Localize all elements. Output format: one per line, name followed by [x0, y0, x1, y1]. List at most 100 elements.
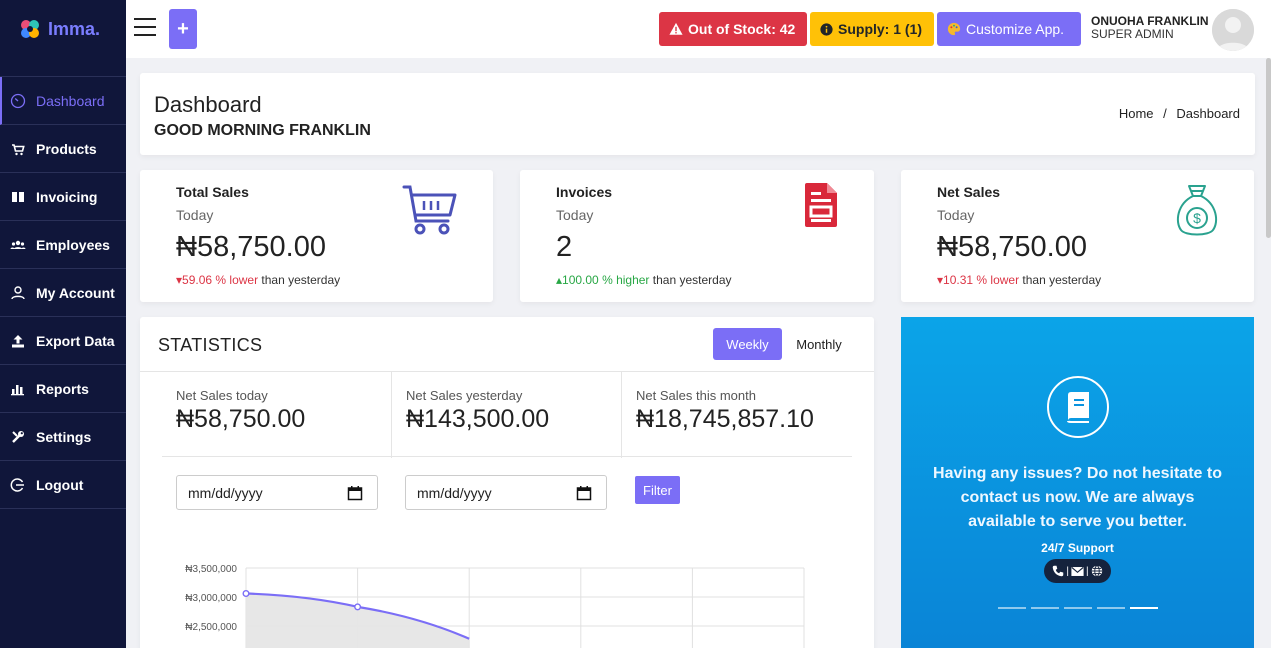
- change-value: 59.06 % lower: [182, 273, 259, 287]
- sidebar-nav: Dashboard Products Invoicing Employees M…: [0, 76, 126, 509]
- page-header: Dashboard GOOD MORNING FRANKLIN Home / D…: [140, 73, 1255, 155]
- book-icon: [12, 191, 24, 202]
- support-card: Having any issues? Do not hesitate to co…: [901, 317, 1254, 648]
- phone-icon[interactable]: [1052, 565, 1064, 577]
- sidebar-item-label: Export Data: [36, 332, 115, 349]
- user-info[interactable]: ONUOHA FRANKLIN SUPER ADMIN: [1091, 15, 1209, 41]
- chart-data-point: [242, 590, 250, 598]
- sidebar-item-export-data[interactable]: Export Data: [0, 317, 126, 365]
- date-placeholder: mm/dd/yyyy: [417, 484, 492, 501]
- support-contact-pill[interactable]: | |: [1044, 559, 1111, 583]
- carousel-dot[interactable]: [1064, 607, 1092, 609]
- logout-icon: [10, 477, 24, 492]
- carousel-indicators: [998, 607, 1158, 609]
- document-icon: [805, 183, 837, 227]
- card-period: Today: [176, 207, 214, 223]
- scrollbar[interactable]: [1266, 58, 1271, 238]
- petal-logo-icon: [21, 20, 39, 38]
- money-bag-icon: $: [1176, 185, 1218, 236]
- card-value: ₦58,750.00: [176, 231, 326, 263]
- sidebar-item-reports[interactable]: Reports: [0, 365, 126, 413]
- book-icon: [1067, 392, 1089, 423]
- out-of-stock-label: Out of Stock: 42: [688, 21, 796, 37]
- greeting: GOOD MORNING FRANKLIN: [154, 122, 371, 139]
- sidebar-item-settings[interactable]: Settings: [0, 413, 126, 461]
- globe-icon[interactable]: [1091, 565, 1103, 577]
- user-role: SUPER ADMIN: [1091, 27, 1174, 41]
- sidebar-item-label: Reports: [36, 380, 89, 397]
- sidebar-item-employees[interactable]: Employees: [0, 221, 126, 269]
- card-title: Total Sales: [176, 184, 249, 200]
- carousel-dot[interactable]: [1031, 607, 1059, 609]
- breadcrumb: Home / Dashboard: [1119, 106, 1240, 121]
- total-sales-card: Total Sales Today ₦58,750.00 ▾59.06 % lo…: [140, 170, 493, 302]
- chart-data-point: [354, 603, 362, 611]
- support-subtitle: 24/7 Support: [1041, 541, 1114, 555]
- brand-name: Imma.: [48, 18, 101, 39]
- upload-icon: [12, 334, 24, 347]
- change-suffix: than yesterday: [258, 273, 341, 287]
- cart-icon: [12, 143, 25, 155]
- info-icon: [820, 22, 833, 36]
- sidebar-item-invoicing[interactable]: Invoicing: [0, 173, 126, 221]
- sidebar-item-products[interactable]: Products: [0, 125, 126, 173]
- bar-chart-icon: [11, 384, 24, 395]
- kpi-value: ₦143,500.00: [406, 405, 550, 433]
- chart-y-tick-label: ₦3,500,000: [185, 564, 237, 575]
- carousel-dot-active[interactable]: [1130, 607, 1158, 609]
- support-icon-circle: [1047, 376, 1109, 438]
- carousel-dot[interactable]: [998, 607, 1026, 609]
- filter-button[interactable]: Filter: [635, 476, 680, 504]
- add-button[interactable]: +: [169, 9, 197, 49]
- monthly-toggle[interactable]: Monthly: [788, 328, 850, 360]
- sidebar-item-my-account[interactable]: My Account: [0, 269, 126, 317]
- sidebar-item-label: Settings: [36, 428, 92, 445]
- svg-text:$: $: [1193, 210, 1201, 226]
- mail-icon[interactable]: [1071, 566, 1084, 577]
- sidebar-item-label: Employees: [36, 236, 110, 253]
- warning-icon: [669, 22, 683, 35]
- menu-toggle-icon[interactable]: [134, 18, 156, 36]
- sidebar-item-label: Dashboard: [36, 92, 105, 109]
- brand[interactable]: Imma.: [0, 0, 126, 58]
- sales-chart-svg: ₦3,500,000 ₦3,000,000 ₦2,500,000: [185, 564, 805, 648]
- avatar[interactable]: [1212, 9, 1254, 51]
- sidebar: Imma. Dashboard Products Invoicing Emplo…: [0, 0, 126, 648]
- change-value: 100.00 % higher: [562, 273, 650, 287]
- card-title: Invoices: [556, 184, 613, 200]
- statistics-card: STATISTICS Weekly Monthly Net Sales toda…: [140, 317, 874, 648]
- breadcrumb-home[interactable]: Home: [1119, 106, 1154, 121]
- card-change: ▾59.06 % lower than yesterday: [176, 273, 340, 287]
- sidebar-item-label: Invoicing: [36, 188, 98, 205]
- kpi-value: ₦58,750.00: [176, 405, 306, 433]
- carousel-dot[interactable]: [1097, 607, 1125, 609]
- shopping-cart-icon: [402, 185, 457, 235]
- sidebar-item-label: Logout: [36, 476, 84, 493]
- sidebar-item-label: My Account: [36, 284, 115, 301]
- end-date-input[interactable]: mm/dd/yyyy: [405, 475, 607, 510]
- kpi-label: Net Sales this month: [636, 388, 756, 403]
- sidebar-item-logout[interactable]: Logout: [0, 461, 126, 509]
- card-change: ▾10.31 % lower than yesterday: [937, 273, 1101, 287]
- tools-icon: [12, 430, 24, 443]
- kpi-value: ₦18,745,857.10: [636, 405, 814, 433]
- change-suffix: than yesterday: [649, 273, 732, 287]
- sidebar-item-dashboard[interactable]: Dashboard: [0, 77, 126, 125]
- invoices-card: Invoices Today 2 ▴100.00 % higher than y…: [520, 170, 874, 302]
- customize-app-button[interactable]: Customize App.: [937, 12, 1081, 46]
- avatar-placeholder-icon: [1212, 9, 1254, 51]
- customize-app-label: Customize App.: [966, 21, 1065, 37]
- net-sales-card: Net Sales Today ₦58,750.00 ▾10.31 % lowe…: [901, 170, 1254, 302]
- supply-button[interactable]: Supply: 1 (1): [810, 12, 934, 46]
- out-of-stock-button[interactable]: Out of Stock: 42: [659, 12, 807, 46]
- user-icon: [11, 285, 25, 299]
- calendar-icon[interactable]: [576, 485, 592, 501]
- card-value: 2: [556, 231, 573, 263]
- start-date-input[interactable]: mm/dd/yyyy: [176, 475, 378, 510]
- sales-chart: ₦3,500,000 ₦3,000,000 ₦2,500,000: [140, 554, 874, 648]
- card-value: ₦58,750.00: [937, 231, 1087, 263]
- statistics-title: STATISTICS: [158, 335, 263, 355]
- calendar-icon[interactable]: [347, 485, 363, 501]
- kpi-net-sales-today: Net Sales today ₦58,750.00: [140, 372, 391, 458]
- weekly-toggle[interactable]: Weekly: [713, 328, 782, 360]
